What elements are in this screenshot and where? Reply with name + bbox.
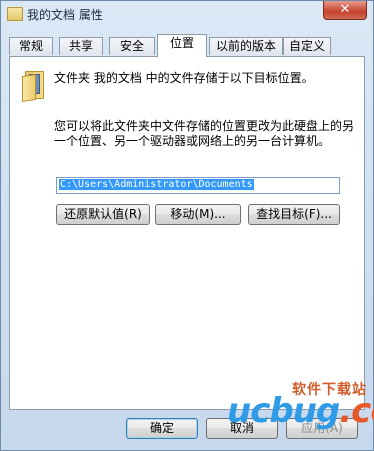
path-value: C:\Users\Administrator\Documents [59,179,254,190]
ok-button[interactable]: 确定 [126,418,198,439]
path-input[interactable]: C:\Users\Administrator\Documents [56,177,340,194]
restore-default-button[interactable]: 还原默认值(R) [56,204,150,225]
window-title: 我的文档 属性 [27,8,103,22]
folder-title-icon [7,7,23,21]
tab-location[interactable]: 位置 [157,34,207,57]
properties-window: 我的文档 属性 ✕ 常规 共享 安全 位置 以前的版本 自定义 文件夹 我的文档… [0,0,374,451]
folder-icon [22,69,44,102]
tab-sharing[interactable]: 共享 [59,37,103,55]
close-button[interactable]: ✕ [323,1,367,20]
tab-security[interactable]: 安全 [109,37,155,55]
location-panel: 文件夹 我的文档 中的文件存储于以下目标位置。 您可以将此文件夹中文件存储的位置… [9,56,365,410]
move-description: 您可以将此文件夹中文件存储的位置更改为此硬盘上的另一个位置、另一个驱动器或网络上… [54,119,355,148]
title-bar[interactable]: 我的文档 属性 ✕ [1,1,373,29]
apply-button[interactable]: 应用(A) [286,418,358,439]
find-target-button[interactable]: 查找目标(F)... [248,204,340,225]
tab-general[interactable]: 常规 [9,37,53,55]
move-button[interactable]: 移动(M)... [155,204,241,225]
tab-customize[interactable]: 自定义 [283,37,331,55]
cancel-button[interactable]: 取消 [206,418,278,439]
tab-previous-versions[interactable]: 以前的版本 [209,37,283,55]
close-icon: ✕ [339,2,351,17]
target-description: 文件夹 我的文档 中的文件存储于以下目标位置。 [54,71,314,85]
